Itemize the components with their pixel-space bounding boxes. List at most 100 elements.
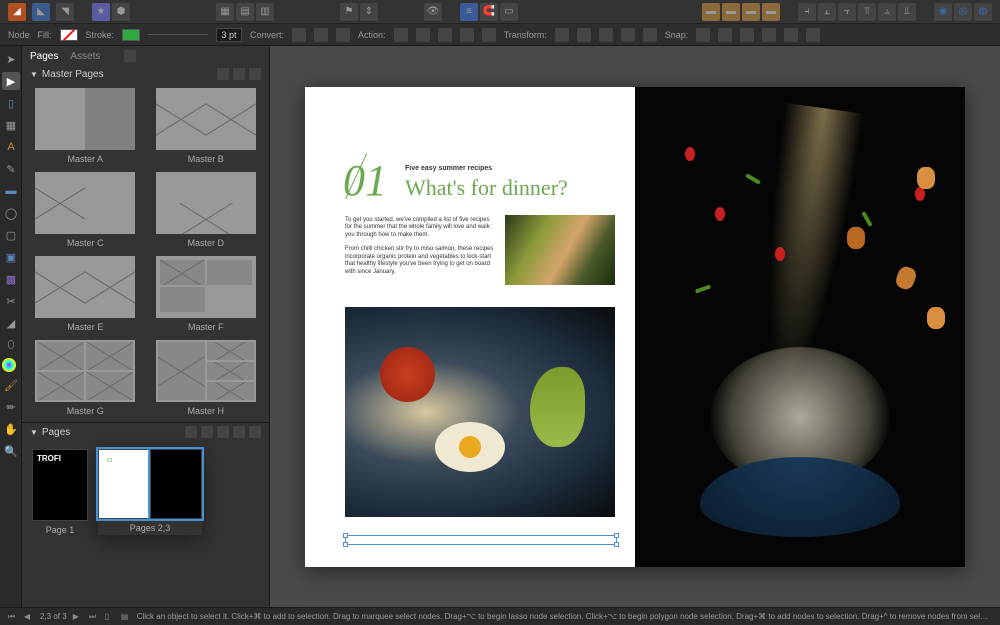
action-close-icon[interactable] bbox=[416, 28, 430, 42]
masters-add-icon[interactable] bbox=[249, 68, 261, 80]
status-mode1-icon[interactable]: ▯ bbox=[105, 612, 115, 622]
canvas[interactable]: 01 Five easy summer recipes What's for d… bbox=[270, 46, 1000, 607]
pages-delete-icon[interactable] bbox=[249, 426, 261, 438]
transform-origin1-icon[interactable] bbox=[577, 28, 591, 42]
masters-view1-icon[interactable] bbox=[217, 68, 229, 80]
pages-addright-icon[interactable] bbox=[233, 426, 245, 438]
selection-handle-icon[interactable] bbox=[343, 533, 348, 538]
pages-view1-icon[interactable] bbox=[185, 426, 197, 438]
image-salmon[interactable] bbox=[505, 215, 615, 285]
boolean-subtract-icon[interactable]: ◎ bbox=[954, 3, 972, 21]
snap-handles-icon[interactable] bbox=[762, 28, 776, 42]
stroke-width-slider[interactable] bbox=[148, 34, 208, 35]
pages-addleft-icon[interactable] bbox=[217, 426, 229, 438]
align-center-icon[interactable]: ⫠ bbox=[818, 3, 836, 21]
selection-handle-icon[interactable] bbox=[614, 533, 619, 538]
masters-view2-icon[interactable] bbox=[233, 68, 245, 80]
master-item[interactable]: Master A bbox=[32, 88, 139, 164]
pages-disclosure-icon[interactable]: ▼ bbox=[30, 428, 38, 437]
arrange-back-icon[interactable]: ▬ bbox=[702, 3, 720, 21]
page-thumb-2-3[interactable]: 01 Pages 2,3 bbox=[98, 449, 202, 535]
move-tool-icon[interactable]: ➤ bbox=[2, 50, 20, 68]
stroke-width-input[interactable] bbox=[216, 28, 242, 42]
fill-tool-icon[interactable]: ◢ bbox=[2, 314, 20, 332]
brush-tool-icon[interactable]: 🖌 bbox=[2, 376, 20, 394]
rounded-rect-tool-icon[interactable]: ▢ bbox=[2, 226, 20, 244]
boolean-intersect-icon[interactable]: ◍ bbox=[974, 3, 992, 21]
transform-mode-icon[interactable] bbox=[555, 28, 569, 42]
table-tool-icon[interactable]: ▦ bbox=[2, 116, 20, 134]
convert-sharp-icon[interactable] bbox=[292, 28, 306, 42]
rectangle-tool-icon[interactable]: ▬ bbox=[2, 182, 20, 200]
affinity-switch-icon[interactable]: ◣ bbox=[32, 3, 50, 21]
color-picker-tool-icon[interactable] bbox=[2, 358, 16, 372]
zoom-tool-icon[interactable]: 🔍 bbox=[2, 442, 20, 460]
view-mode2-icon[interactable]: ▤ bbox=[236, 3, 254, 21]
artistic-text-tool-icon[interactable]: ▯ bbox=[2, 94, 20, 112]
convert-smooth-icon[interactable] bbox=[314, 28, 328, 42]
view-mode3-icon[interactable]: ▥ bbox=[256, 3, 274, 21]
prev-page-icon[interactable]: ◀ bbox=[24, 612, 34, 622]
selection-handle-icon[interactable] bbox=[343, 542, 348, 547]
master-item[interactable]: Master D bbox=[153, 172, 260, 248]
transform-origin2-icon[interactable] bbox=[599, 28, 613, 42]
status-mode2-icon[interactable]: ▤ bbox=[121, 612, 131, 622]
page-left[interactable]: 01 Five easy summer recipes What's for d… bbox=[305, 87, 635, 567]
boolean-add-icon[interactable]: ◉ bbox=[934, 3, 952, 21]
action-join-icon[interactable] bbox=[460, 28, 474, 42]
selection-frame[interactable] bbox=[345, 535, 617, 545]
pen-tool-icon[interactable]: ✎ bbox=[2, 160, 20, 178]
master-item[interactable]: Master H bbox=[153, 340, 260, 416]
action-smooth-icon[interactable] bbox=[438, 28, 452, 42]
clip-canvas-icon[interactable]: ▭ bbox=[500, 3, 518, 21]
arrange-forward-icon[interactable]: ▬ bbox=[742, 3, 760, 21]
pan-tool-icon[interactable]: ✋ bbox=[2, 420, 20, 438]
place-image-tool-icon[interactable]: ▩ bbox=[2, 270, 20, 288]
snap-node2-icon[interactable] bbox=[718, 28, 732, 42]
snap-geometry-icon[interactable] bbox=[740, 28, 754, 42]
baseline-grid-icon[interactable]: ≡ bbox=[460, 3, 478, 21]
snap-align-icon[interactable] bbox=[784, 28, 798, 42]
master-item[interactable]: Master B bbox=[153, 88, 260, 164]
affinity-switch2-icon[interactable]: ◥ bbox=[56, 3, 74, 21]
master-item[interactable]: Master E bbox=[32, 256, 139, 332]
tab-assets[interactable]: Assets bbox=[70, 51, 100, 62]
master-item[interactable]: Master C bbox=[32, 172, 139, 248]
frame-text-tool-icon[interactable]: A bbox=[2, 138, 20, 156]
image-bowl[interactable] bbox=[345, 307, 615, 517]
transparency-tool-icon[interactable]: ⬯ bbox=[2, 336, 20, 354]
next-page-icon[interactable]: ▶ bbox=[73, 612, 83, 622]
convert-smart-icon[interactable] bbox=[336, 28, 350, 42]
eyedropper-tool-icon[interactable]: ✏ bbox=[2, 398, 20, 416]
align-middle-icon[interactable]: ⫨ bbox=[878, 3, 896, 21]
snap-node1-icon[interactable] bbox=[696, 28, 710, 42]
node-tool-icon[interactable]: ▶ bbox=[2, 72, 20, 90]
page-right[interactable] bbox=[635, 87, 965, 567]
persona-designer-icon[interactable]: ⬢ bbox=[112, 3, 130, 21]
align-bottom-icon[interactable]: ⫫ bbox=[898, 3, 916, 21]
transform-origin3-icon[interactable] bbox=[621, 28, 635, 42]
page-thumb-1[interactable]: TROFI Page 1 bbox=[32, 449, 88, 535]
anchor-icon[interactable]: ⇕ bbox=[360, 3, 378, 21]
transform-origin4-icon[interactable] bbox=[643, 28, 657, 42]
tab-pages[interactable]: Pages bbox=[30, 51, 58, 62]
snap-curve-icon[interactable] bbox=[806, 28, 820, 42]
fill-swatch[interactable] bbox=[60, 29, 78, 41]
picture-frame-tool-icon[interactable]: ▣ bbox=[2, 248, 20, 266]
master-item[interactable]: Master F bbox=[153, 256, 260, 332]
master-item[interactable]: Master G bbox=[32, 340, 139, 416]
selection-handle-icon[interactable] bbox=[614, 542, 619, 547]
view-mode1-icon[interactable]: ▦ bbox=[216, 3, 234, 21]
pages-view2-icon[interactable] bbox=[201, 426, 213, 438]
masters-disclosure-icon[interactable]: ▼ bbox=[30, 70, 38, 79]
ellipse-tool-icon[interactable]: ◯ bbox=[2, 204, 20, 222]
arrange-front-icon[interactable]: ▬ bbox=[762, 3, 780, 21]
persona-publisher-icon[interactable]: ★ bbox=[92, 3, 110, 21]
stroke-swatch[interactable] bbox=[122, 29, 140, 41]
last-page-icon[interactable]: ⏭ bbox=[89, 612, 99, 622]
action-break-icon[interactable] bbox=[394, 28, 408, 42]
align-right-icon[interactable]: ⫟ bbox=[838, 3, 856, 21]
preflight-icon[interactable]: ⚑ bbox=[340, 3, 358, 21]
preview-icon[interactable]: 👁 bbox=[424, 3, 442, 21]
vector-crop-tool-icon[interactable]: ✂ bbox=[2, 292, 20, 310]
